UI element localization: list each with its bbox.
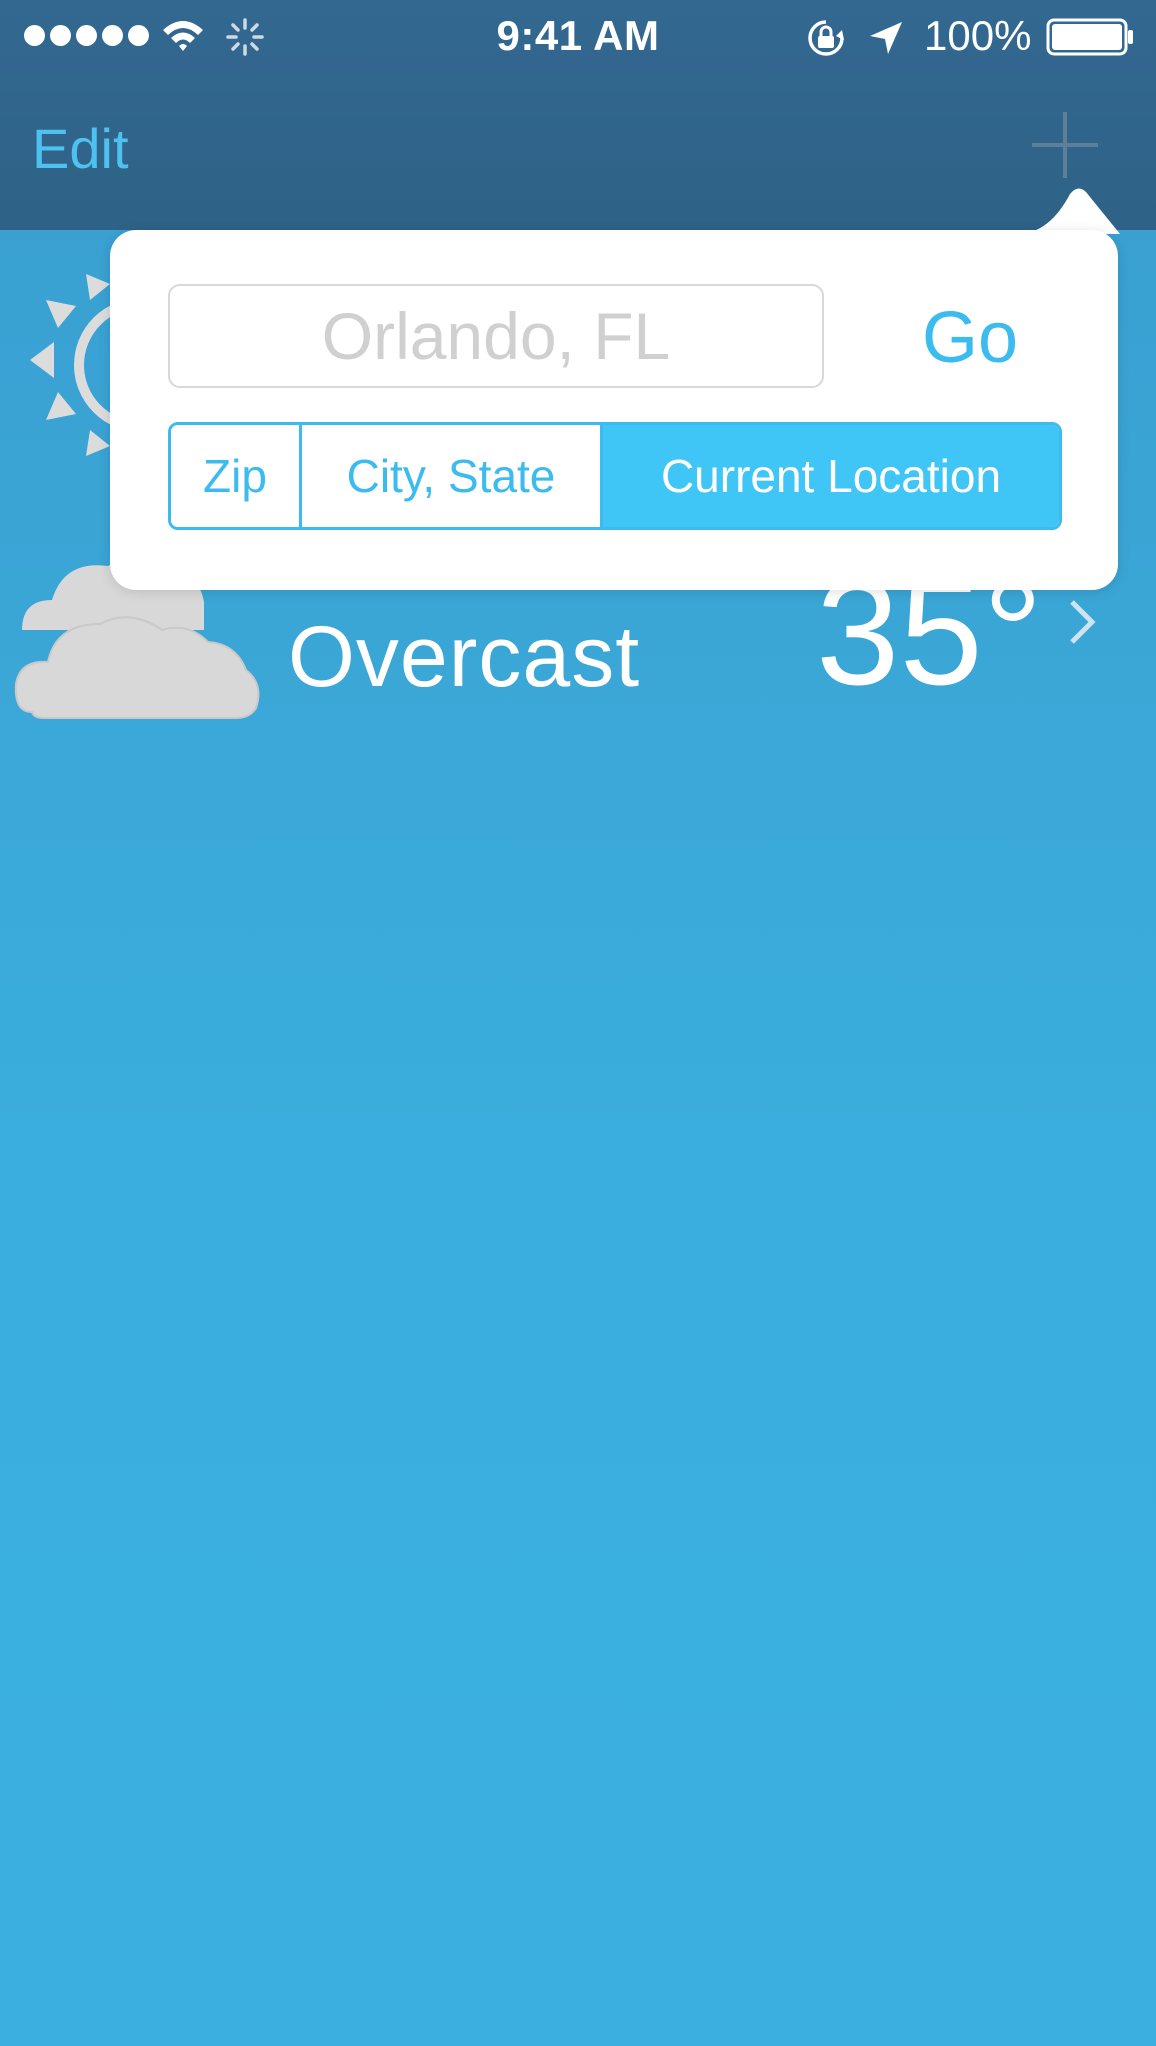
- location-search-input[interactable]: [168, 284, 824, 388]
- battery-percent: 100%: [924, 12, 1032, 59]
- battery-icon: [1046, 18, 1133, 56]
- segment-city-state[interactable]: City, State: [299, 425, 600, 527]
- add-location-popover: Go Zip City, State Current Location: [110, 230, 1118, 590]
- go-button[interactable]: Go: [880, 288, 1060, 388]
- weather-condition: Overcast: [288, 609, 641, 705]
- location-type-segmented-control: Zip City, State Current Location: [168, 422, 1062, 530]
- top-bar: 9:41 AM 100% Edit: [0, 0, 1156, 230]
- segment-current-location[interactable]: Current Location: [600, 425, 1059, 527]
- location-arrow-icon: [870, 22, 902, 54]
- status-bar: 9:41 AM 100%: [0, 0, 1156, 72]
- edit-button[interactable]: Edit: [32, 116, 129, 181]
- weather-screen: 9:41 AM 100% Edit Overcast 35° Orlando, …: [0, 0, 1156, 2046]
- lock-rotation-icon: [808, 20, 844, 56]
- plus-icon[interactable]: [1030, 110, 1100, 180]
- chevron-right-icon[interactable]: [1066, 596, 1098, 648]
- segment-zip[interactable]: Zip: [171, 425, 299, 527]
- popover-arrow: [1020, 188, 1120, 234]
